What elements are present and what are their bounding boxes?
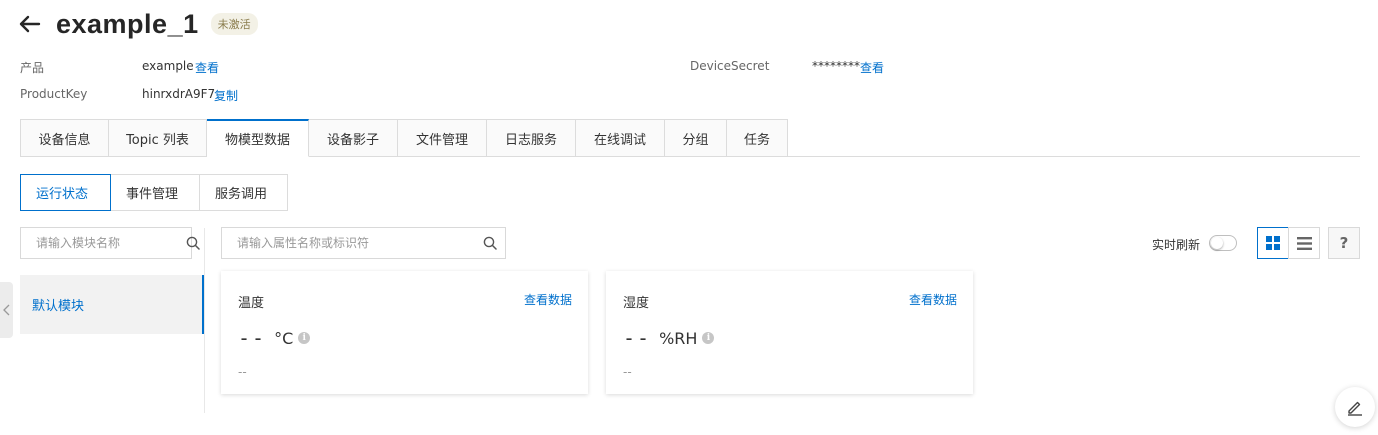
tab-device-shadow[interactable]: 设备影子 (309, 119, 398, 157)
subtab-event-management[interactable]: 事件管理 (111, 174, 200, 211)
devicesecret-value: ******** (812, 59, 860, 73)
card-value: -- %RH i (623, 326, 715, 350)
tab-topic-list[interactable]: Topic 列表 (109, 119, 207, 157)
module-item-default[interactable]: 默认模块 (20, 275, 204, 334)
tab-online-debug[interactable]: 在线调试 (576, 119, 665, 157)
tab-thing-model-data[interactable]: 物模型数据 (207, 119, 309, 157)
device-detail-page: example_1 未激活 产品 example 查看 ProductKey h… (0, 0, 1378, 435)
card-value-text: -- (623, 326, 652, 350)
devicesecret-label: DeviceSecret (690, 59, 770, 73)
view-data-link[interactable]: 查看数据 (524, 291, 572, 308)
search-icon[interactable] (475, 228, 505, 258)
subtab-service-invocation[interactable]: 服务调用 (200, 174, 288, 211)
help-button[interactable]: ? (1328, 227, 1360, 259)
productkey-value: hinrxdrA9F7 (142, 87, 216, 101)
productkey-copy-link[interactable]: 复制 (214, 87, 238, 104)
arrow-left-icon (19, 15, 41, 33)
sub-tab-bar: 运行状态 事件管理 服务调用 (20, 174, 288, 211)
list-view-button[interactable] (1288, 227, 1320, 259)
card-timestamp: -- (623, 365, 632, 379)
card-value: -- °C i (238, 326, 311, 350)
info-icon[interactable]: i (298, 332, 311, 344)
product-view-link[interactable]: 查看 (195, 59, 219, 76)
main-tab-bar: 设备信息 Topic 列表 物模型数据 设备影子 文件管理 日志服务 在线调试 … (20, 119, 788, 157)
chevron-left-icon (3, 304, 10, 316)
card-unit: °C (274, 328, 294, 348)
collapse-sidebar-handle[interactable] (0, 282, 13, 338)
module-search-input[interactable] (21, 228, 186, 258)
property-card-humidity: 湿度 查看数据 -- %RH i -- (606, 271, 973, 394)
list-icon (1296, 236, 1312, 250)
panel-divider (204, 228, 205, 413)
property-card-temperature: 温度 查看数据 -- °C i -- (221, 271, 588, 394)
status-badge: 未激活 (210, 13, 258, 35)
property-search-input[interactable] (222, 228, 475, 258)
tab-group[interactable]: 分组 (665, 119, 727, 157)
card-title: 温度 (238, 296, 265, 311)
grid-view-button[interactable] (1257, 227, 1289, 259)
back-button[interactable] (18, 12, 42, 36)
module-search (20, 227, 200, 259)
card-value-text: -- (238, 326, 267, 350)
product-value: example (142, 59, 194, 73)
property-search (221, 227, 506, 259)
card-unit: %RH (659, 328, 698, 348)
realtime-refresh-toggle[interactable] (1209, 235, 1237, 251)
tab-log-service[interactable]: 日志服务 (487, 119, 576, 157)
page-title: example_1 (56, 8, 199, 39)
view-data-link[interactable]: 查看数据 (909, 291, 957, 308)
toggle-knob (1211, 237, 1223, 249)
grid-icon (1266, 236, 1280, 250)
productkey-label: ProductKey (20, 87, 88, 101)
page-header: example_1 未激活 (18, 4, 258, 44)
product-label: 产品 (20, 61, 45, 75)
floating-edit-button[interactable] (1335, 387, 1375, 427)
card-title: 湿度 (623, 296, 650, 311)
tab-task[interactable]: 任务 (727, 119, 788, 157)
tab-device-info[interactable]: 设备信息 (20, 119, 109, 157)
subtab-running-status[interactable]: 运行状态 (20, 174, 111, 211)
edit-icon (1348, 401, 1362, 416)
realtime-refresh-label: 实时刷新 (1152, 238, 1201, 252)
search-icon[interactable] (186, 228, 200, 258)
info-icon[interactable]: i (702, 332, 715, 344)
card-timestamp: -- (238, 365, 247, 379)
devicesecret-view-link[interactable]: 查看 (860, 59, 884, 76)
tab-file-management[interactable]: 文件管理 (398, 119, 487, 157)
